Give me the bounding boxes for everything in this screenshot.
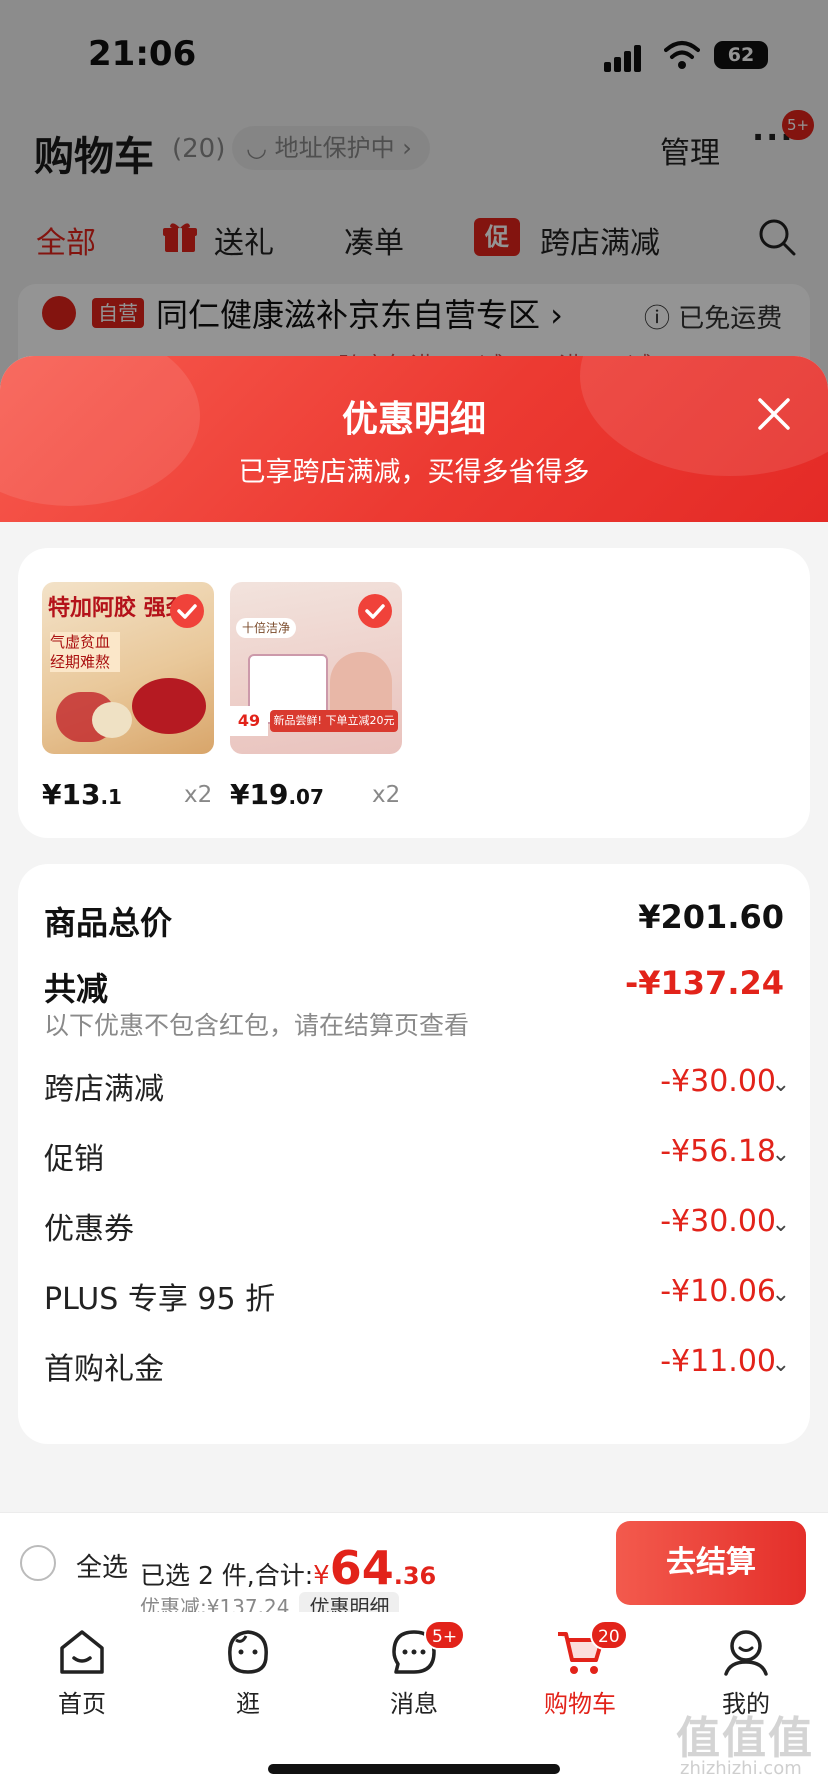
discount-label: 跨店满减 [44, 1072, 164, 1107]
tab-messages[interactable]: 5+ 消息 [354, 1620, 474, 1719]
discount-label: PLUS 专享 95 折 [44, 1282, 276, 1317]
discount-label: 优惠券 [44, 1212, 134, 1247]
total-reduction-label: 共减 [44, 970, 109, 1008]
watermark: 值值值 [676, 1713, 814, 1764]
total-price-label: 商品总价 [44, 904, 173, 942]
selected-summary: 已选 2 件,合计:¥64.36 [140, 1541, 436, 1595]
messages-badge: 5+ [424, 1620, 466, 1650]
total-price-value: ¥201.60 [638, 898, 784, 936]
total-reduction-row: 共减 -¥137.24 [44, 964, 784, 1008]
product-image-caption: 特加阿胶 强劲 [48, 596, 188, 621]
tab-home[interactable]: 首页 [22, 1626, 142, 1719]
product-price: ¥13.1 [42, 778, 122, 811]
cart-badge: 20 [590, 1620, 628, 1650]
total-price-row: 商品总价 ¥201.60 [44, 898, 784, 942]
product-image-badge: 49 [230, 706, 268, 736]
bottom-tab-bar: 首页 逛 5+ 消息 20 购物车 我的 值值值 zhizhizhi.com [0, 1612, 828, 1792]
product-image-caption: 十倍洁净 [236, 618, 297, 638]
products-card: 特加阿胶 强劲 气虚贫血 经期难熬 ¥13.1 x2 十倍洁净 49 新品尝鲜!… [18, 548, 810, 838]
total-amount-int: 64 [329, 1541, 394, 1595]
discount-note: 以下优惠不包含红包，请在结算页查看 [44, 1011, 470, 1040]
discount-value: -¥56.18 ⌄ [660, 1134, 790, 1169]
discount-row[interactable]: 首购礼金 -¥11.00 ⌄ [44, 1344, 790, 1388]
total-amount-dec: .36 [393, 1562, 437, 1590]
sheet-title: 优惠明细 [341, 399, 486, 440]
select-all-label[interactable]: 全选 [76, 1547, 128, 1584]
chevron-down-icon[interactable]: ⌄ [772, 1352, 790, 1377]
checkout-button[interactable]: 去结算 [616, 1521, 806, 1605]
discount-label: 促销 [44, 1142, 104, 1177]
select-all-checkbox[interactable] [20, 1545, 56, 1581]
tab-browse-label: 逛 [236, 1690, 260, 1718]
discount-row[interactable]: PLUS 专享 95 折 -¥10.06 ⌄ [44, 1274, 790, 1318]
product-image-text: 新品尝鲜! 下单立减20元 [270, 710, 398, 732]
discount-value: -¥10.06 ⌄ [660, 1274, 790, 1309]
tab-cart[interactable]: 20 购物车 [520, 1620, 640, 1719]
sheet-header: 优惠明细 已享跨店满减，买得多省得多 [0, 356, 828, 522]
home-icon [60, 1630, 104, 1674]
product-quantity: x2 [184, 782, 213, 808]
checkout-bar: 全选 已选 2 件,合计:¥64.36 优惠减:¥137.24 优惠明细 去结算 [0, 1512, 828, 1622]
user-icon [724, 1630, 768, 1676]
discount-row[interactable]: 跨店满减 -¥30.00 ⌄ [44, 1064, 790, 1108]
watermark-url: zhizhizhi.com [680, 1758, 802, 1779]
discount-row[interactable]: 优惠券 -¥30.00 ⌄ [44, 1204, 790, 1248]
chevron-down-icon[interactable]: ⌄ [772, 1142, 790, 1167]
face-icon [228, 1630, 268, 1674]
tab-home-label: 首页 [58, 1690, 106, 1718]
discount-label: 首购礼金 [44, 1352, 164, 1387]
total-reduction-value: -¥137.24 [624, 964, 784, 1002]
product-price: ¥19.07 [230, 778, 324, 811]
discount-value: -¥30.00 ⌄ [660, 1204, 790, 1239]
close-icon[interactable] [752, 392, 796, 436]
chevron-down-icon[interactable]: ⌄ [772, 1212, 790, 1237]
product-selected-check-icon[interactable] [170, 594, 204, 628]
home-indicator [268, 1764, 560, 1774]
product-image-text: 气虚贫血 经期难熬 [50, 632, 120, 672]
price-summary-card: 商品总价 ¥201.60 共减 -¥137.24 以下优惠不包含红包，请在结算页… [18, 864, 810, 1444]
tab-messages-label: 消息 [390, 1690, 438, 1718]
discount-row[interactable]: 促销 -¥56.18 ⌄ [44, 1134, 790, 1178]
discount-detail-sheet: 优惠明细 已享跨店满减，买得多省得多 特加阿胶 强劲 气虚贫血 经期难熬 ¥13… [0, 356, 828, 1512]
chevron-down-icon[interactable]: ⌄ [772, 1282, 790, 1307]
total-currency: ¥ [313, 1561, 330, 1591]
tab-browse[interactable]: 逛 [188, 1626, 308, 1719]
discount-value: -¥30.00 ⌄ [660, 1064, 790, 1099]
sheet-subtitle: 已享跨店满减，买得多省得多 [238, 457, 590, 488]
product-quantity: x2 [372, 782, 401, 808]
selected-count-text: 已选 2 件,合计: [140, 1561, 314, 1590]
chevron-down-icon[interactable]: ⌄ [772, 1072, 790, 1097]
discount-value: -¥11.00 ⌄ [660, 1344, 790, 1379]
product-selected-check-icon[interactable] [358, 594, 392, 628]
tab-cart-label: 购物车 [544, 1690, 616, 1718]
